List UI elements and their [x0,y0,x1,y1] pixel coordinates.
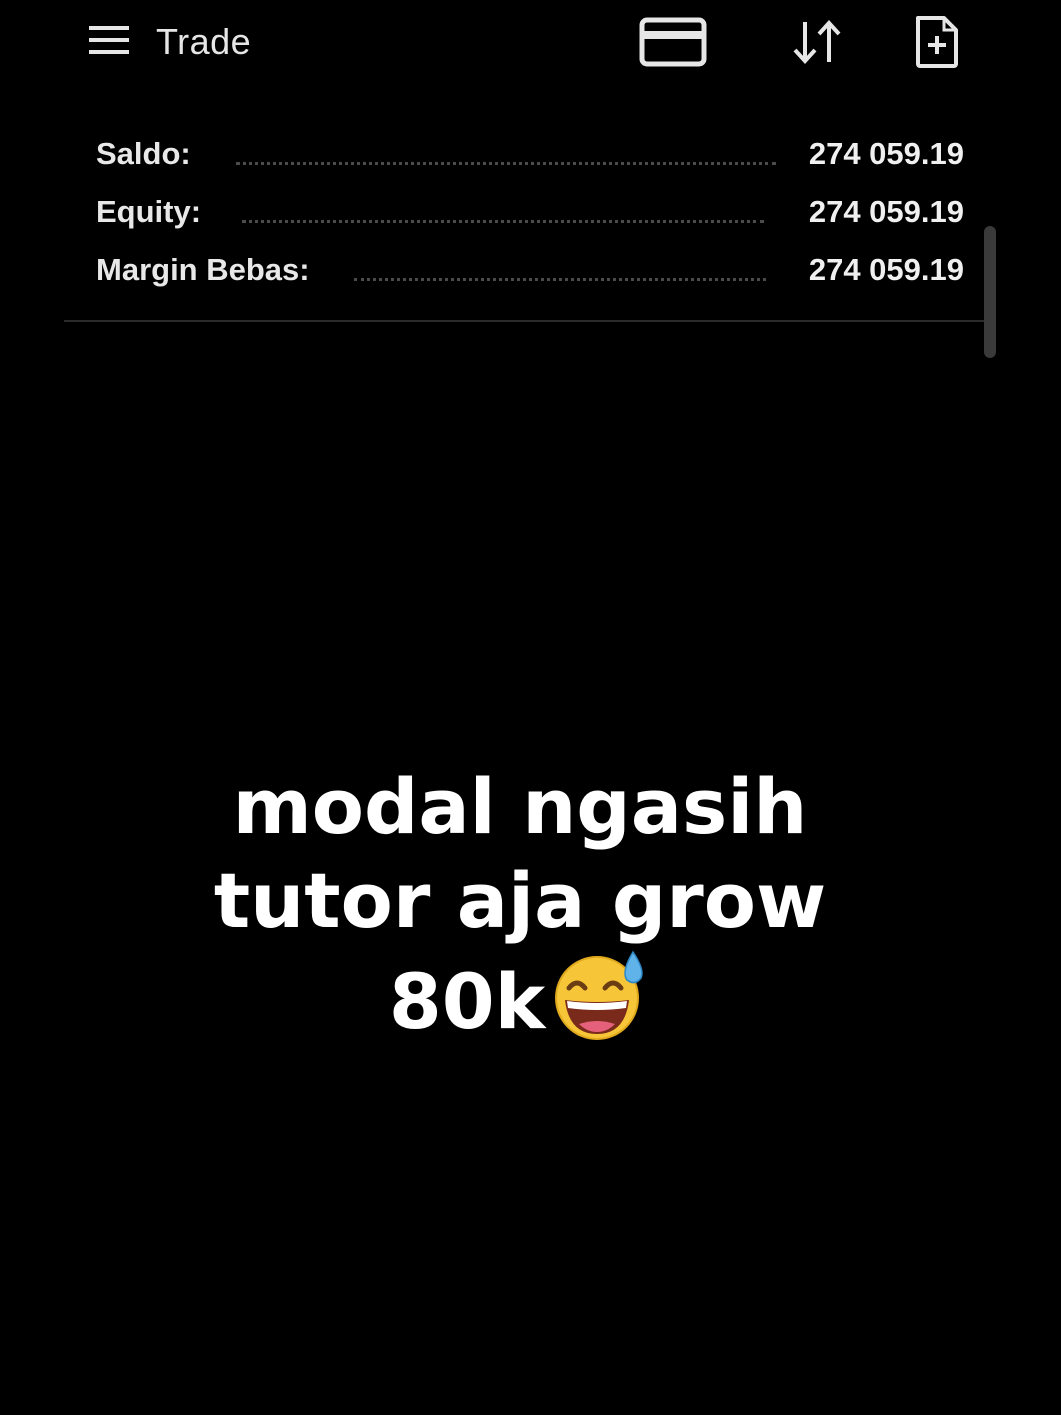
caption-amount: 80k [388,957,546,1046]
grinning-face-with-sweat-icon [555,950,643,1040]
equity-row: Equity: 274 059.19 [96,190,964,234]
credit-card-icon [639,17,707,67]
scrollbar[interactable] [984,226,996,358]
video-caption: modal ngasih tutor aja grow 80k [130,760,910,1049]
balance-label: Saldo: [96,136,191,171]
menu-icon [89,26,129,54]
new-document-icon [916,16,958,68]
sort-button[interactable] [784,10,850,74]
free-margin-row: Margin Bebas: 274 059.19 [96,248,964,292]
equity-value: 274 059.19 [808,194,964,229]
equity-label: Equity: [96,194,202,229]
caption-line-1: modal ngasih [232,762,808,851]
account-summary: Saldo: 274 059.19 Equity: 274 059.19 Mar… [64,124,986,322]
menu-button[interactable] [84,18,134,62]
sort-icon [793,20,841,64]
balance-value: 274 059.19 [808,136,964,171]
free-margin-value: 274 059.19 [808,252,964,287]
dotted-leader [354,278,766,281]
deposit-button[interactable] [634,10,712,74]
page-title: Trade [156,21,252,62]
balance-row: Saldo: 274 059.19 [96,132,964,176]
dotted-leader [242,220,764,223]
free-margin-label: Margin Bebas: [96,252,310,287]
app-toolbar: Trade [0,0,1061,84]
dotted-leader [236,162,776,165]
caption-line-2: tutor aja grow [213,856,827,945]
new-order-button[interactable] [906,10,968,74]
caption-line-3: 80k [130,948,910,1049]
